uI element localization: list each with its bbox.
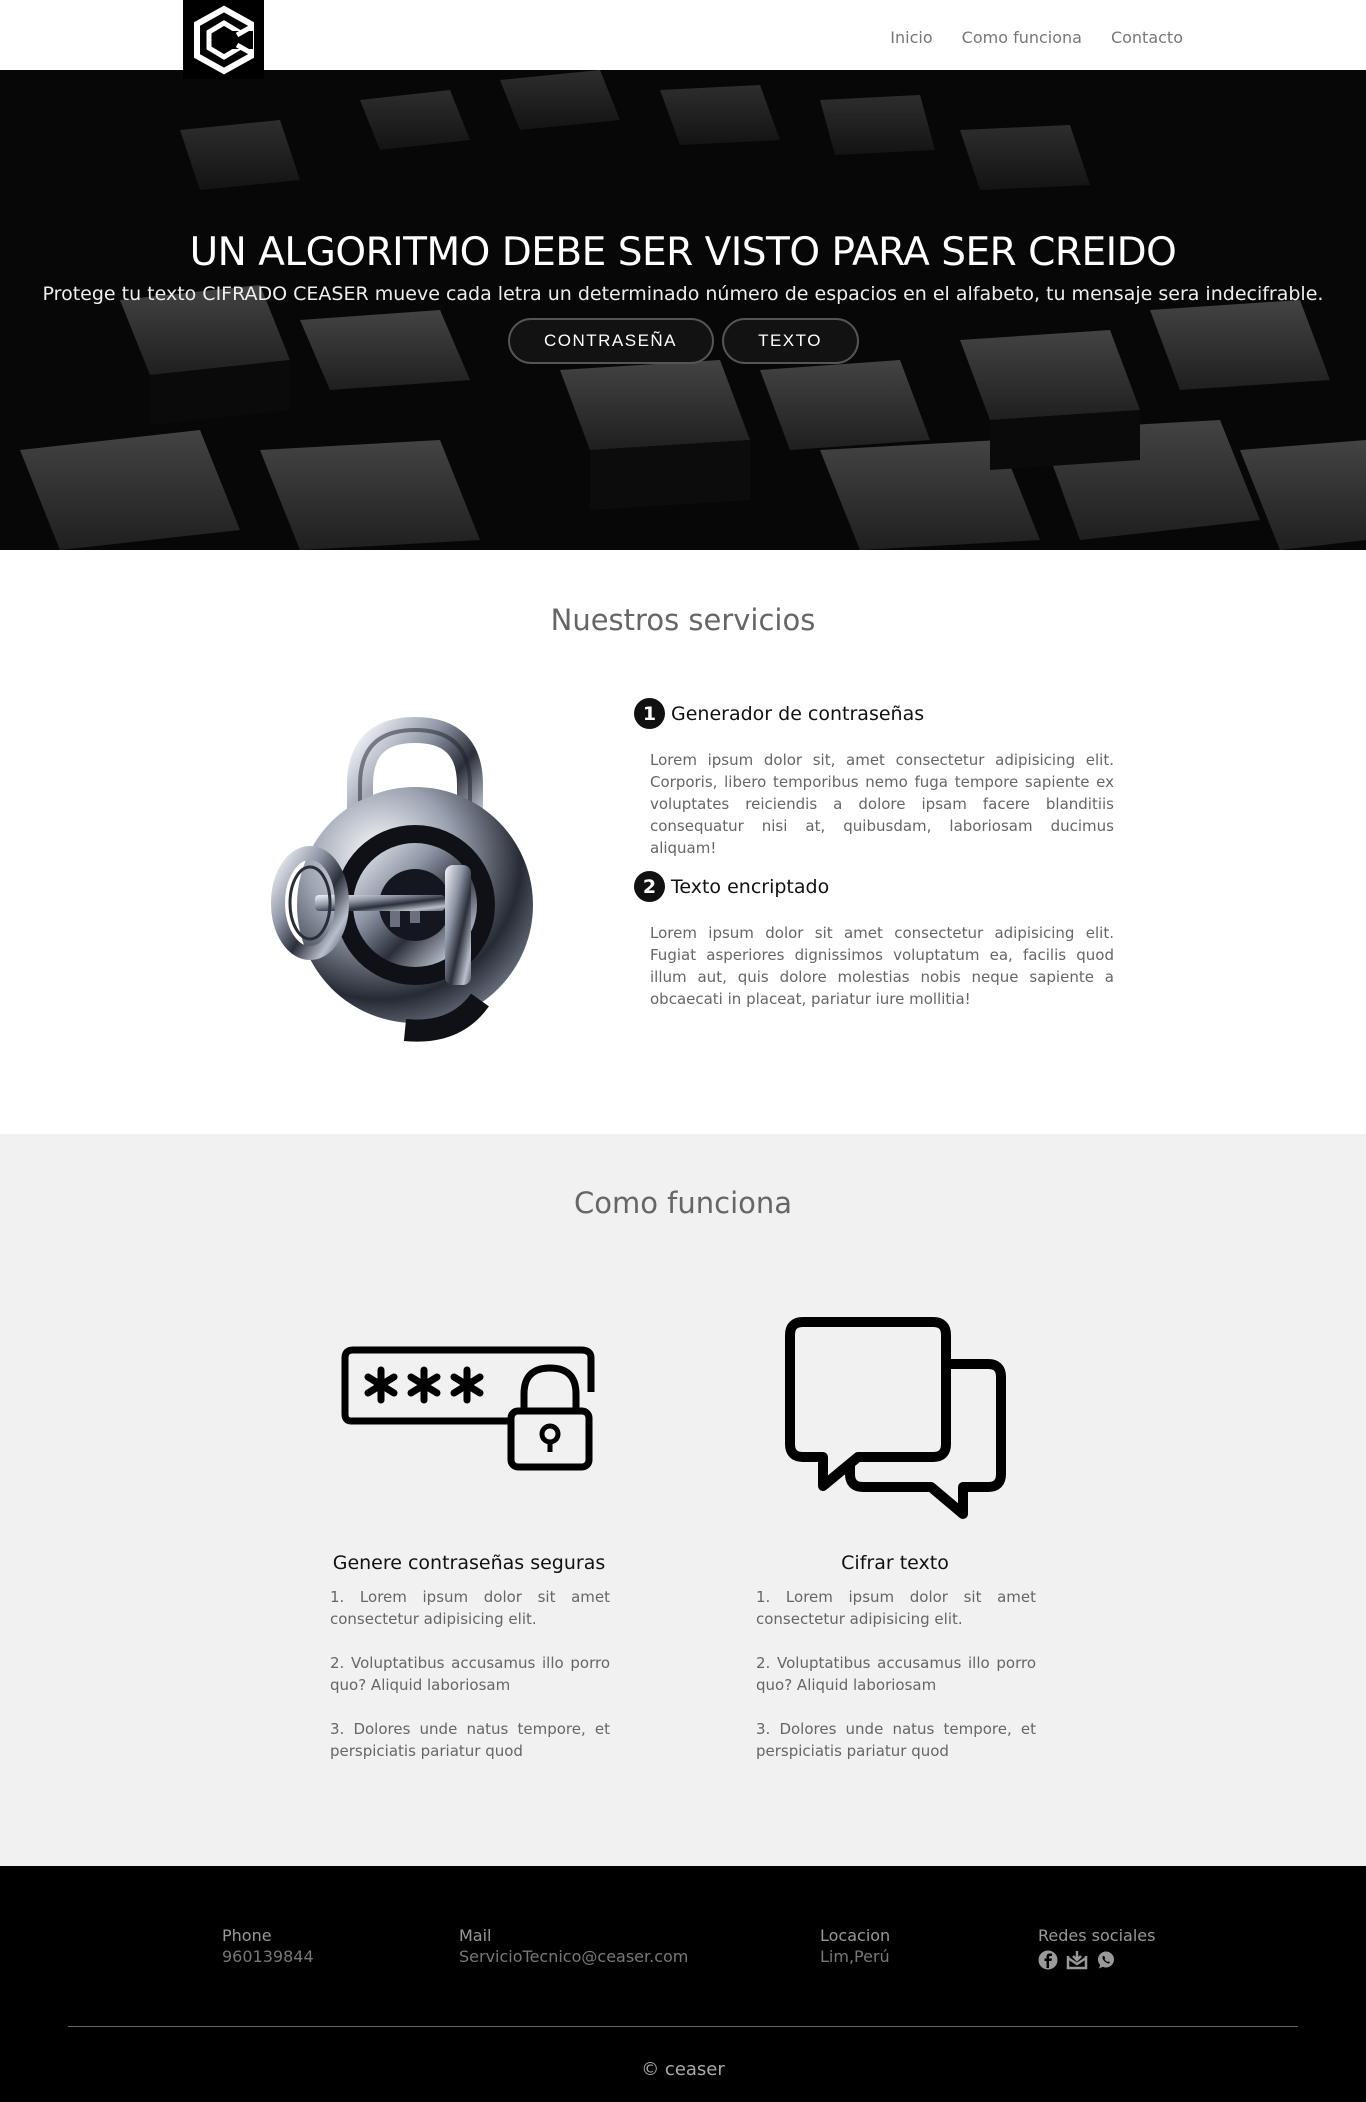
hero-cubes-background (0, 70, 1366, 550)
phone-value[interactable]: 960139844 (222, 1947, 314, 1966)
step-item: 3. Dolores unde natus tempore, et perspi… (330, 1720, 610, 1760)
mail-value[interactable]: ServicioTecnico@ceaser.com (459, 1947, 688, 1966)
step-item: 3. Dolores unde natus tempore, et perspi… (756, 1720, 1036, 1760)
how-col-title-encrypt: Cifrar texto (841, 1552, 949, 1574)
mail-label: Mail (459, 1926, 492, 1945)
mail-icon[interactable] (1066, 1950, 1088, 1974)
service-item-password-generator: 1 Generador de contraseñas Lorem ipsum d… (634, 698, 1114, 859)
how-it-works-title: Como funciona (573, 1186, 793, 1220)
nav-link-como-funciona[interactable]: Como funciona (962, 28, 1082, 47)
logo-icon (193, 5, 254, 74)
how-steps-encrypt: 1. Lorem ipsum dolor sit amet consectetu… (756, 1586, 1036, 1784)
step-item: 2. Voluptatibus accusamus illo porro quo… (756, 1654, 1036, 1694)
location-label: Locacion (820, 1926, 891, 1945)
location-value: Lim,Perú (820, 1947, 890, 1966)
hero-subtitle: Protege tu texto CIFRADO CEASER mueve ca… (42, 283, 1324, 305)
how-steps-passwords: 1. Lorem ipsum dolor sit amet consectetu… (330, 1586, 610, 1784)
service-description: Lorem ipsum dolor sit amet consectetur a… (650, 924, 1114, 1008)
nav-link-contacto[interactable]: Contacto (1111, 28, 1183, 47)
service-item-encrypted-text: 2 Texto encriptado Lorem ipsum dolor sit… (634, 871, 1114, 1010)
services-section: Nuestros servicios 1 Generador de contra… (0, 550, 1366, 1134)
logo[interactable] (183, 0, 264, 79)
service-name: Generador de contraseñas (671, 702, 925, 725)
footer-phone: Phone 960139844 (222, 1926, 314, 1966)
footer-social: Redes sociales (1038, 1926, 1155, 1974)
footer-location: Locacion Lim,Perú (820, 1926, 890, 1966)
nav-link-inicio[interactable]: Inicio (890, 28, 932, 47)
hero-title: UN ALGORITMO DEBE SER VISTO PARA SER CRE… (189, 230, 1177, 275)
text-button[interactable]: TEXTO (721, 318, 859, 364)
facebook-icon[interactable] (1038, 1950, 1058, 1974)
password-button[interactable]: CONTRASEÑA (507, 318, 714, 364)
footer: Phone 960139844 Mail ServicioTecnico@cea… (0, 1866, 1366, 2102)
whatsapp-icon[interactable] (1096, 1950, 1116, 1974)
copyright: © ceaser (641, 2059, 725, 2080)
step-item: 2. Voluptatibus accusamus illo porro quo… (330, 1654, 610, 1694)
services-title: Nuestros servicios (550, 603, 816, 637)
navbar: Inicio Como funciona Contacto (0, 0, 1366, 79)
number-badge: 1 (634, 698, 665, 729)
padlock-key-illustration (271, 716, 533, 1042)
how-it-works-section: Como funciona Genere contraseñas seguras… (0, 1134, 1366, 1866)
footer-mail: Mail ServicioTecnico@ceaser.com (459, 1926, 688, 1966)
how-col-title-passwords: Genere contraseñas seguras (332, 1552, 606, 1574)
service-name: Texto encriptado (671, 875, 830, 898)
number-badge: 2 (634, 871, 665, 902)
phone-label: Phone (222, 1926, 272, 1945)
footer-divider (68, 2026, 1298, 2027)
service-description: Lorem ipsum dolor sit, amet consectetur … (650, 751, 1114, 857)
chat-bubbles-icon (785, 1317, 1006, 1519)
step-item: 1. Lorem ipsum dolor sit amet consectetu… (756, 1588, 1036, 1628)
step-item: 1. Lorem ipsum dolor sit amet consectetu… (330, 1588, 610, 1628)
hero-section: UN ALGORITMO DEBE SER VISTO PARA SER CRE… (0, 70, 1366, 550)
password-lock-icon (341, 1346, 595, 1471)
social-label: Redes sociales (1038, 1926, 1156, 1945)
